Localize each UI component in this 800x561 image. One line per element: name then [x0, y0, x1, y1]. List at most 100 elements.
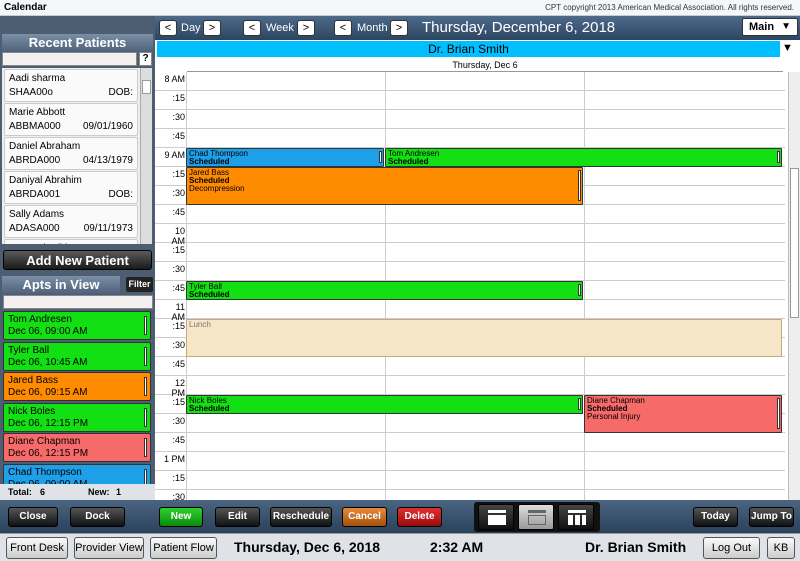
time-slot-row[interactable]: :30 — [155, 490, 785, 500]
appointment-patient-name: Tyler Ball — [8, 344, 50, 356]
filter-button[interactable]: Filter — [126, 277, 153, 292]
scrollbar-thumb[interactable] — [790, 168, 799, 318]
appointment-block[interactable]: Chad Thompson Scheduled — [186, 148, 384, 167]
calendar-panel: < Day > < Week > < Month > Thursday, Dec… — [155, 16, 800, 500]
chevron-down-icon[interactable]: ▼ — [782, 42, 793, 54]
patient-list-scrollbar[interactable] — [140, 68, 152, 244]
appointment-list-item[interactable]: Nick Boles Dec 06, 12:15 PM — [3, 402, 151, 432]
total-label: Total: — [8, 487, 32, 497]
time-slot-row[interactable]: :30 — [155, 110, 785, 129]
resize-handle[interactable] — [578, 398, 581, 410]
delete-button[interactable]: Delete — [397, 507, 442, 527]
month-view-icon[interactable] — [558, 504, 594, 530]
appointment-list-item[interactable]: Jared Bass Dec 06, 09:15 AM — [3, 372, 151, 401]
day-view-icon[interactable] — [478, 504, 514, 530]
time-label: :15 — [172, 169, 185, 179]
appointment-status: Scheduled — [189, 404, 230, 413]
appointment-block[interactable]: Tyler Ball Scheduled — [186, 281, 583, 300]
patient-list-item[interactable]: Daniyal Abrahim ABRDA001 DOB: — [4, 171, 138, 204]
schedule-scrollbar[interactable] — [788, 72, 800, 500]
patient-search-input[interactable] — [2, 52, 137, 66]
appointment-list-item[interactable]: Diane Chapman Dec 06, 12:15 PM — [3, 433, 151, 462]
appointment-block[interactable]: Jared Bass Scheduled Decompression — [186, 167, 583, 205]
dock-button[interactable]: Dock — [70, 507, 125, 527]
provider-bar[interactable]: Dr. Brian Smith — [157, 41, 780, 57]
patient-list-item[interactable]: Leonard Adkins — [4, 239, 138, 244]
time-label: :30 — [172, 188, 185, 198]
time-slot-row[interactable]: 1 PM — [155, 452, 785, 471]
resize-handle[interactable] — [379, 151, 382, 163]
time-slot-row[interactable]: :45 — [155, 433, 785, 452]
reschedule-button[interactable]: Reschedule — [270, 507, 332, 527]
jump-to-button[interactable]: Jump To — [749, 507, 794, 527]
day-next-button[interactable]: > — [203, 20, 221, 36]
time-slot-row[interactable]: :15 — [155, 91, 785, 110]
patient-name: Daniyal Abrahim — [9, 175, 82, 186]
month-next-button[interactable]: > — [390, 20, 408, 36]
kb-button[interactable]: KB — [767, 537, 795, 559]
time-slot-row[interactable]: 8 AM — [155, 72, 785, 91]
appointment-search-input[interactable] — [3, 295, 153, 309]
appointment-list-item[interactable]: Tom Andresen Dec 06, 09:00 AM — [3, 311, 151, 340]
cancel-button[interactable]: Cancel — [342, 507, 387, 527]
time-slot-row[interactable]: :45 — [155, 129, 785, 148]
appointment-time: Dec 06, 10:45 AM — [8, 356, 88, 368]
time-slot-row[interactable]: 11 AM — [155, 300, 785, 322]
scrollbar-thumb[interactable] — [142, 80, 151, 94]
view-select[interactable]: Main ▼ — [742, 18, 798, 36]
left-panel: Recent Patients ? Aadi sharma SHAA00o DOB:… — [0, 16, 155, 500]
week-view-icon[interactable] — [518, 504, 554, 530]
time-slot-row[interactable]: 10 AM — [155, 224, 785, 246]
month-prev-button[interactable]: < — [334, 20, 352, 36]
patient-list-item[interactable]: Marie Abbott ABBMA000 09/01/1960 — [4, 103, 138, 136]
patient-list-item[interactable]: Aadi sharma SHAA00o DOB: — [4, 69, 138, 102]
appointment-block[interactable]: Tom Andresen Scheduled — [385, 148, 782, 167]
action-toolbar: Close Dock New Edit Reschedule Cancel De… — [0, 500, 800, 533]
appointment-list-item[interactable]: Tyler Ball Dec 06, 10:45 AM — [3, 341, 151, 371]
patient-list-item[interactable]: Daniel Abraham ABRDA000 04/13/1979 — [4, 137, 138, 170]
time-slot-row[interactable]: 12 PM — [155, 376, 785, 398]
time-slot-row[interactable]: :45 — [155, 205, 785, 224]
window-title: Calendar — [4, 2, 47, 13]
patient-name: Leonard Adkins — [9, 242, 133, 244]
week-prev-button[interactable]: < — [243, 20, 261, 36]
resize-handle[interactable] — [578, 284, 581, 296]
time-label: :45 — [172, 359, 185, 369]
resize-handle[interactable] — [777, 151, 780, 163]
resize-handle[interactable] — [777, 398, 780, 429]
month-label: Month — [357, 22, 388, 34]
log-out-button[interactable]: Log Out — [703, 537, 760, 559]
day-prev-button[interactable]: < — [159, 20, 177, 36]
appointment-list: Tom Andresen Dec 06, 09:00 AM Tyler Ball De… — [3, 311, 151, 496]
status-time: 2:32 AM — [430, 539, 484, 555]
resize-handle[interactable] — [578, 170, 581, 201]
today-button[interactable]: Today — [693, 507, 738, 527]
appointment-patient-name: Tyler Ball — [189, 282, 222, 291]
time-slot-row[interactable]: :15 — [155, 243, 785, 262]
total-count: 6 — [40, 487, 46, 497]
appointment-time: Dec 06, 09:00 AM — [8, 326, 88, 337]
help-button[interactable]: ? — [139, 52, 152, 66]
appointment-block[interactable]: Nick Boles Scheduled — [186, 395, 583, 414]
lunch-block[interactable]: Lunch — [186, 319, 782, 357]
patient-flow-button[interactable]: Patient Flow — [150, 537, 217, 559]
new-button[interactable]: New — [159, 507, 203, 527]
patient-list-item[interactable]: Sally Adams ADASA000 09/11/1973 — [4, 205, 138, 238]
schedule-grid[interactable]: 8 AM:15:30:45 9 AM:15:30:45 10 AM:15:30:45… — [155, 72, 787, 500]
appointment-block[interactable]: Diane Chapman Scheduled Personal Injury — [584, 395, 782, 433]
week-next-button[interactable]: > — [297, 20, 315, 36]
time-slot-row[interactable]: :30 — [155, 262, 785, 281]
front-desk-button[interactable]: Front Desk — [6, 537, 68, 559]
time-slot-row[interactable]: :15 — [155, 471, 785, 490]
close-button[interactable]: Close — [8, 507, 58, 527]
edit-button[interactable]: Edit — [215, 507, 260, 527]
time-label: :30 — [172, 492, 185, 500]
add-new-patient-button[interactable]: Add New Patient — [3, 250, 152, 270]
copyright-notice: CPT copyright 2013 American Medical Asso… — [545, 3, 794, 12]
time-slot-row[interactable]: :45 — [155, 357, 785, 376]
time-label: :30 — [172, 112, 185, 122]
provider-view-button[interactable]: Provider View — [74, 537, 144, 559]
appointment-status: Scheduled — [388, 157, 429, 166]
appointment-status: Scheduled — [189, 176, 230, 185]
appointment-note: Personal Injury — [587, 412, 641, 421]
